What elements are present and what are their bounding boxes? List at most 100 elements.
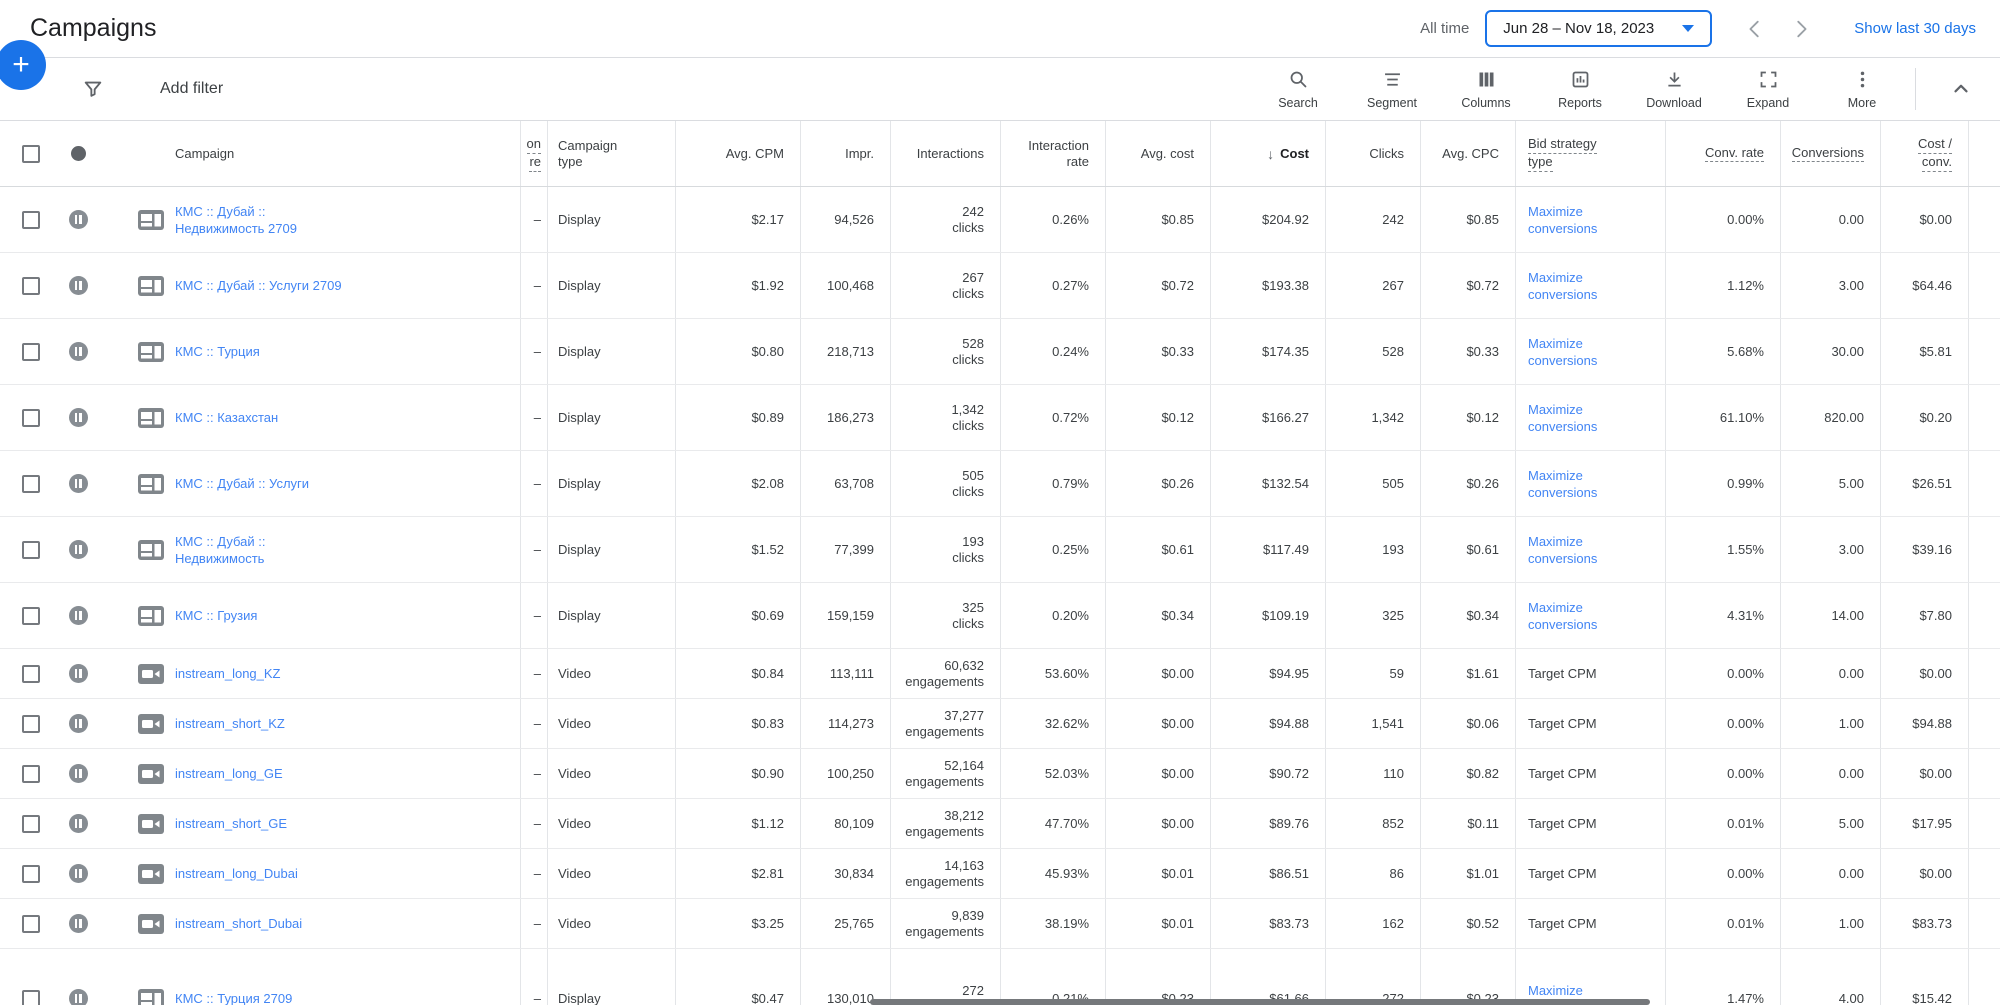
cost-column-header[interactable]: ↓ Cost (1210, 121, 1325, 186)
bid-strategy-type-column-header[interactable]: Bid strategy type (1515, 121, 1665, 186)
avg-cost-column-header[interactable]: Avg. cost (1105, 121, 1210, 186)
impressions-cell: 63,708 (800, 451, 890, 516)
paused-status-icon[interactable] (69, 864, 88, 883)
paused-status-icon[interactable] (69, 210, 88, 229)
row-sliver-cell (1968, 583, 2000, 648)
paused-status-icon[interactable] (69, 342, 88, 361)
prev-period-button[interactable] (1732, 18, 1778, 40)
avg-cost-cell: $0.12 (1105, 385, 1210, 450)
row-status-cell (56, 949, 100, 1005)
reports-button[interactable]: Reports (1533, 69, 1627, 110)
cost-cell: $83.73 (1210, 899, 1325, 948)
campaign-link[interactable]: КМС :: Дубай :: Услуги (175, 475, 309, 492)
bid-strategy-text: Target CPM (1528, 816, 1597, 831)
bid-strategy-link[interactable]: Maximize conversions (1528, 335, 1624, 369)
paused-status-icon[interactable] (69, 714, 88, 733)
conversions-cell: 820.00 (1780, 385, 1880, 450)
clicks-column-header[interactable]: Clicks (1325, 121, 1420, 186)
collapse-table-button[interactable] (1922, 78, 2000, 100)
row-sliver-cell (1968, 799, 2000, 848)
paused-status-icon[interactable] (69, 540, 88, 559)
optimization-score-cell: – (520, 583, 547, 648)
row-checkbox[interactable] (22, 343, 40, 361)
campaign-link[interactable]: instream_short_GE (175, 815, 287, 832)
row-checkbox[interactable] (22, 665, 40, 683)
bid-strategy-link[interactable]: Maximize conversions (1528, 467, 1624, 501)
row-checkbox[interactable] (22, 915, 40, 933)
paused-status-icon[interactable] (69, 408, 88, 427)
avg-cpm-column-header[interactable]: Avg. CPM (675, 121, 800, 186)
avg-cpc-column-header[interactable]: Avg. CPC (1420, 121, 1515, 186)
impr-column-header[interactable]: Impr. (800, 121, 890, 186)
campaign-link[interactable]: instream_long_KZ (175, 665, 281, 682)
campaign-link[interactable]: КМС :: Казахстан (175, 409, 278, 426)
show-last-30-days-link[interactable]: Show last 30 days (1854, 20, 1976, 37)
search-button[interactable]: Search (1251, 69, 1345, 110)
conversions-column-header[interactable]: Conversions (1780, 121, 1880, 186)
row-checkbox[interactable] (22, 765, 40, 783)
campaign-link[interactable]: instream_short_KZ (175, 715, 285, 732)
row-sliver-cell (1968, 451, 2000, 516)
add-campaign-button[interactable]: + (0, 40, 46, 90)
campaign-link[interactable]: instream_long_GE (175, 765, 283, 782)
interactions-cell: 14,163engagements (890, 849, 1000, 898)
row-checkbox[interactable] (22, 277, 40, 295)
next-period-button[interactable] (1778, 18, 1824, 40)
interaction-rate-column-header[interactable]: Interaction rate (1000, 121, 1105, 186)
optimization-score-column-header[interactable]: on re (520, 121, 547, 186)
bid-strategy-link[interactable]: Maximize conversions (1528, 401, 1624, 435)
table-row: instream_long_KZ–Video$0.84113,11160,632… (0, 649, 2000, 699)
paused-status-icon[interactable] (69, 606, 88, 625)
campaign-link[interactable]: instream_short_Dubai (175, 915, 302, 932)
paused-status-icon[interactable] (69, 276, 88, 295)
display-campaign-icon (100, 253, 175, 318)
date-range-selector[interactable]: Jun 28 – Nov 18, 2023 (1485, 10, 1712, 47)
row-checkbox[interactable] (22, 815, 40, 833)
row-checkbox[interactable] (22, 409, 40, 427)
cost-cell: $94.95 (1210, 649, 1325, 698)
more-button[interactable]: More (1815, 69, 1909, 110)
campaign-type-cell: Display (547, 949, 675, 1005)
conv-rate-column-header[interactable]: Conv. rate (1665, 121, 1780, 186)
row-checkbox[interactable] (22, 541, 40, 559)
video-campaign-icon (100, 649, 175, 698)
paused-status-icon[interactable] (69, 814, 88, 833)
paused-status-icon[interactable] (69, 989, 88, 1005)
paused-status-icon[interactable] (69, 764, 88, 783)
row-checkbox[interactable] (22, 990, 40, 1005)
campaign-link[interactable]: КМС :: Грузия (175, 607, 257, 624)
download-button[interactable]: Download (1627, 69, 1721, 110)
bid-strategy-link[interactable]: Maximize conversions (1528, 269, 1624, 303)
horizontal-scrollbar-thumb[interactable] (870, 999, 1650, 1005)
campaign-link[interactable]: КМС :: Турция (175, 343, 260, 360)
columns-button[interactable]: Columns (1439, 69, 1533, 110)
expand-button[interactable]: Expand (1721, 69, 1815, 110)
filter-funnel-icon[interactable] (82, 78, 104, 100)
table-body: КМС :: Дубай ::Недвижимость 2709–Display… (0, 187, 2000, 1005)
campaign-link[interactable]: КМС :: Дубай ::Недвижимость 2709 (175, 203, 297, 237)
interactions-column-header[interactable]: Interactions (890, 121, 1000, 186)
campaign-column-header[interactable]: Campaign (175, 121, 520, 186)
paused-status-icon[interactable] (69, 474, 88, 493)
cost-per-conv-cell: $94.88 (1880, 699, 1968, 748)
bid-strategy-link[interactable]: Maximize conversions (1528, 599, 1624, 633)
campaign-type-column-header[interactable]: Campaign type (547, 121, 675, 186)
paused-status-icon[interactable] (69, 664, 88, 683)
row-checkbox[interactable] (22, 607, 40, 625)
row-checkbox[interactable] (22, 865, 40, 883)
campaign-link[interactable]: КМС :: Дубай :: Услуги 2709 (175, 277, 342, 294)
segment-button[interactable]: Segment (1345, 69, 1439, 110)
row-checkbox[interactable] (22, 715, 40, 733)
campaign-link[interactable]: instream_long_Dubai (175, 865, 298, 882)
paused-status-icon[interactable] (69, 914, 88, 933)
campaign-link[interactable]: КМС :: Дубай ::Недвижимость (175, 533, 265, 567)
row-checkbox[interactable] (22, 211, 40, 229)
bid-strategy-link[interactable]: Maximize conversions (1528, 533, 1624, 567)
row-checkbox[interactable] (22, 475, 40, 493)
bid-strategy-link[interactable]: Maximize conversions (1528, 203, 1624, 237)
campaign-link[interactable]: КМС :: Турция 2709 (175, 990, 292, 1005)
add-filter-button[interactable]: Add filter (160, 80, 223, 98)
conv-rate-cell: 1.47% (1665, 949, 1780, 1005)
select-all-checkbox[interactable] (22, 145, 40, 163)
cost-per-conv-column-header[interactable]: Cost / conv. (1880, 121, 1968, 186)
